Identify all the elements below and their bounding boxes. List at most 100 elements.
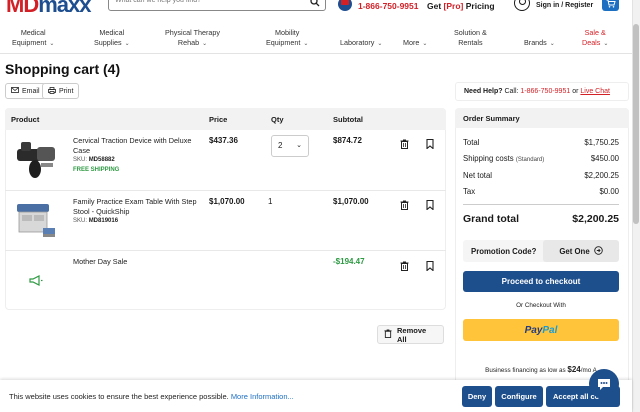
chevron-down-icon: ⌄ (377, 41, 383, 47)
nav-label: Supplies (94, 38, 122, 47)
quantity-select[interactable]: 2 ⌄ (271, 135, 309, 157)
nav-more[interactable]: More ⌄ (403, 38, 427, 49)
qty-value: 1 (268, 197, 273, 206)
configure-cookies-button[interactable]: Configure (495, 386, 543, 407)
nav-medical-equipment[interactable]: Medical Equipment ⌄ (12, 28, 54, 49)
product-name-link[interactable]: Cervical Traction Device with Deluxe Cas… (73, 136, 203, 156)
row-divider (5, 250, 446, 251)
summary-net-row: Net total $2,200.25 (463, 171, 619, 180)
nav-sale-deals[interactable]: Sale & Deals ⌄ (582, 28, 608, 49)
promo-name: Mother Day Sale (73, 257, 128, 266)
printer-icon (48, 86, 56, 96)
shipping-note: (Standard) (515, 157, 545, 163)
grand-total-label: Grand total (463, 213, 520, 225)
paypal-logo-pay: Pay (524, 324, 543, 336)
deny-cookies-button[interactable]: Deny (462, 386, 492, 407)
summary-label: Net total (463, 171, 493, 180)
nav-label: Physical Therapy (165, 28, 220, 37)
sku-label: SKU: (73, 157, 88, 163)
or-text: or (570, 88, 581, 95)
phone-flag-icon (338, 0, 352, 11)
financing-amount: $24 (567, 365, 581, 374)
product-name-link[interactable]: Family Practice Exam Table With Step Sto… (73, 197, 203, 217)
nav-label: Mobility (275, 28, 300, 37)
pro-prefix: Get (427, 1, 444, 11)
arrow-circle-icon (593, 245, 603, 257)
paypal-logo-pal: Pal (542, 324, 558, 336)
search-input[interactable] (109, 0, 299, 5)
header-subtotal: Subtotal (333, 115, 363, 124)
print-button[interactable]: Print (42, 83, 80, 99)
more-information-link[interactable]: More Information... (231, 392, 294, 401)
nav-label: More (403, 38, 420, 47)
signin-link[interactable]: Sign in / Register (536, 2, 593, 9)
trash-icon[interactable] (396, 197, 412, 213)
main-nav: Medical Equipment ⌄ Medical Supplies ⌄ Physi… (0, 24, 632, 54)
item-subtotal: $1,070.00 (333, 197, 369, 206)
sku-value: MD58882 (88, 157, 115, 163)
summary-value: $450.00 (590, 154, 619, 163)
summary-total-row: Total $1,750.25 (463, 138, 619, 147)
need-help-box: Need Help? Call: 1-866-750-9951 or Live … (455, 82, 629, 101)
nav-solution-rentals[interactable]: Solution & Rentals (454, 28, 487, 48)
search-bar[interactable] (108, 0, 326, 11)
print-label: Print (59, 87, 74, 95)
checkout-button[interactable]: Proceed to checkout (463, 271, 619, 292)
nav-label: Equipment (12, 38, 47, 47)
header-product: Product (11, 115, 40, 124)
financing-prefix: Business financing as low as (485, 367, 568, 374)
live-chat-link[interactable]: Live Chat (580, 88, 610, 95)
sku-value: MD819016 (88, 218, 119, 224)
qty-value: 2 (278, 141, 283, 150)
pro-label: [Pro] (443, 1, 464, 11)
cart-icon[interactable] (602, 0, 619, 11)
email-label: Email (22, 87, 40, 95)
pro-suffix: Pricing (463, 1, 495, 11)
site-logo[interactable]: MDmaxx (6, 0, 92, 18)
summary-label: Total (463, 138, 480, 147)
chat-bubble-icon[interactable] (589, 369, 619, 399)
remove-all-button[interactable]: Remove All (377, 325, 444, 344)
header-phone[interactable]: 1-866-750-9951 (358, 1, 419, 11)
grand-total-value: $2,200.25 (572, 213, 619, 225)
cookie-message: This website uses cookies to ensure the … (9, 392, 294, 401)
product-sku: SKU: MD819016 (73, 218, 118, 224)
item-price: $437.36 (209, 136, 238, 145)
help-phone[interactable]: 1-866-750-9951 (520, 88, 570, 95)
paypal-button[interactable]: Pay Pal (463, 319, 619, 341)
trash-icon[interactable] (396, 258, 412, 274)
need-help-label: Need Help? (464, 88, 503, 95)
megaphone-icon (29, 275, 43, 288)
nav-mobility-equipment[interactable]: Mobility Equipment ⌄ (266, 28, 308, 49)
page-title: Shopping cart (4) (5, 61, 121, 77)
nav-medical-supplies[interactable]: Medical Supplies ⌄ (94, 28, 130, 49)
item-subtotal: $874.72 (333, 136, 362, 145)
trash-icon[interactable] (396, 136, 412, 152)
summary-tax-row: Tax $0.00 (463, 187, 619, 196)
nav-label: Medical (20, 28, 46, 37)
get-promo-button[interactable]: Get One (543, 240, 619, 262)
product-image-exam-table[interactable] (13, 198, 59, 242)
chevron-down-icon: ⌄ (422, 41, 428, 47)
nav-physical-therapy[interactable]: Physical Therapy Rehab ⌄ (165, 28, 220, 49)
chevron-down-icon: ⌄ (49, 41, 55, 47)
nav-label: Medical (99, 28, 125, 37)
product-image-traction[interactable] (13, 137, 59, 181)
nav-brands[interactable]: Brands ⌄ (524, 38, 555, 49)
search-icon[interactable] (310, 0, 320, 9)
summary-value: $1,750.25 (584, 138, 619, 147)
nav-laboratory[interactable]: Laboratory ⌄ (340, 38, 382, 49)
summary-shipping-row: Shipping costs (Standard) $450.00 (463, 154, 619, 163)
user-icon[interactable] (514, 0, 530, 11)
bookmark-icon[interactable] (422, 136, 438, 152)
chevron-down-icon: ⌄ (549, 41, 555, 47)
product-sku: SKU: MD58882 (73, 157, 115, 163)
email-button[interactable]: Email (5, 83, 46, 99)
bookmark-icon[interactable] (422, 258, 438, 274)
chevron-down-icon: ⌄ (202, 41, 208, 47)
pro-pricing-link[interactable]: Get [Pro] Pricing (427, 1, 495, 11)
summary-label: Tax (463, 187, 476, 196)
scrollbar-thumb[interactable] (633, 24, 639, 224)
bookmark-icon[interactable] (422, 197, 438, 213)
or-checkout-label: Or Checkout With (516, 302, 566, 309)
